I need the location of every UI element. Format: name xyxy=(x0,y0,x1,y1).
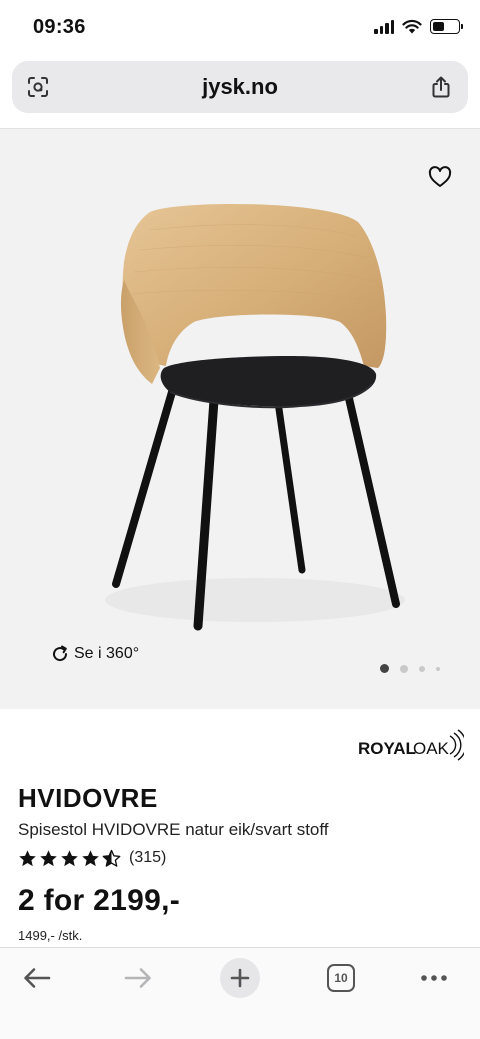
new-tab-button[interactable] xyxy=(218,956,262,1000)
star-full-icon xyxy=(82,849,99,866)
view-360-label: Se i 360° xyxy=(74,645,140,662)
product-image-gallery[interactable]: Se i 360° xyxy=(0,129,480,709)
product-name: HVIDOVRE xyxy=(18,783,158,813)
view-360-button[interactable]: Se i 360° xyxy=(50,644,139,664)
royal-oak-logo[interactable]: ROYAL OAK xyxy=(358,728,464,762)
star-full-icon xyxy=(61,849,78,866)
rating-count[interactable]: (315) xyxy=(129,849,166,867)
gallery-pagination[interactable] xyxy=(380,664,440,673)
star-full-icon xyxy=(19,849,36,866)
tabs-icon: 10 xyxy=(327,964,355,992)
new-tab-icon xyxy=(220,958,260,998)
cellular-signal-icon xyxy=(374,19,394,34)
star-full-icon xyxy=(40,849,57,866)
rating-stars xyxy=(18,849,121,868)
status-bar: 09:36 xyxy=(0,0,480,56)
back-button[interactable] xyxy=(15,956,59,1000)
share-icon[interactable] xyxy=(428,74,454,100)
rotate-icon xyxy=(53,645,68,662)
gallery-dot[interactable] xyxy=(419,665,425,672)
forward-icon xyxy=(124,968,151,988)
address-bar[interactable]: jysk.no xyxy=(12,61,468,113)
status-time: 09:36 xyxy=(33,16,86,38)
browser-toolbar: 10 xyxy=(0,947,480,1039)
product-rating[interactable]: (315) xyxy=(18,847,166,869)
status-icons xyxy=(374,19,463,34)
chair-image[interactable] xyxy=(0,129,480,709)
back-icon xyxy=(24,968,51,988)
favorite-heart-icon[interactable] xyxy=(425,162,455,192)
tabs-button[interactable]: 10 xyxy=(319,956,363,1000)
product-price: 2 for 2199,- xyxy=(18,884,181,917)
url-text[interactable]: jysk.no xyxy=(12,74,468,100)
star-half-icon xyxy=(102,849,121,867)
gallery-dot[interactable] xyxy=(400,664,408,673)
wifi-icon xyxy=(402,19,422,34)
forward-button[interactable] xyxy=(116,956,160,1000)
gallery-dot[interactable] xyxy=(436,666,440,671)
gallery-dot-active[interactable] xyxy=(380,664,389,673)
unit-price: 1499,- /stk. xyxy=(18,928,83,943)
brand-part2: OAK xyxy=(413,739,450,758)
product-description: Spisestol HVIDOVRE natur eik/svart stoff xyxy=(18,820,329,839)
brand-part1: ROYAL xyxy=(358,739,416,758)
battery-icon xyxy=(430,19,463,34)
more-menu-button[interactable] xyxy=(412,956,456,1000)
more-icon xyxy=(421,975,447,981)
